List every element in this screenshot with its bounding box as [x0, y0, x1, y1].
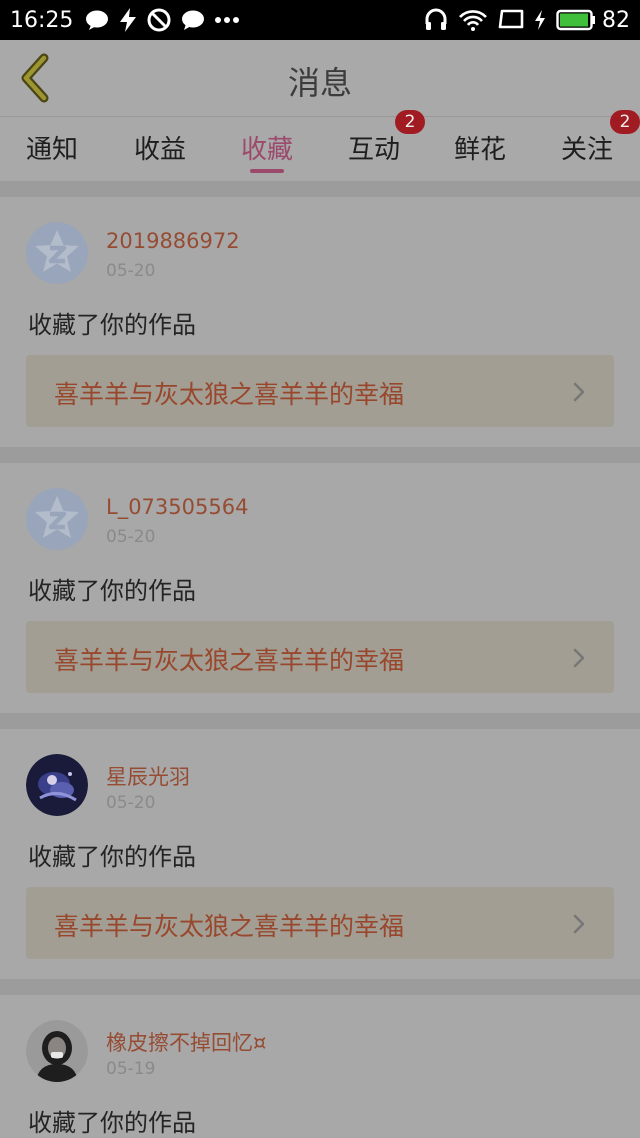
active-tab-indicator: [250, 169, 284, 173]
message-date: 05-19: [106, 1059, 156, 1079]
tab-favorites[interactable]: 收藏: [227, 129, 307, 166]
tab-following[interactable]: 关注: [547, 129, 627, 166]
header: 消息: [0, 40, 640, 116]
message-action: 收藏了你的作品: [28, 577, 196, 605]
wifi-icon: [458, 8, 488, 32]
tab-interactions[interactable]: 互动: [334, 129, 414, 166]
girl-avatar-icon: [26, 1020, 88, 1082]
message-card: 橡皮擦不掉回忆¤ 05-19 收藏了你的作品: [0, 995, 640, 1138]
chevron-right-icon: [573, 382, 585, 402]
message-action: 收藏了你的作品: [28, 311, 196, 339]
chevron-right-icon: [573, 648, 585, 668]
tab-bar: 通知 收益 收藏 互动 鲜花 关注: [0, 116, 640, 181]
work-title: 喜羊羊与灰太狼之喜羊羊的幸福: [54, 912, 405, 941]
messages-screen: 16:25 82 消息 通知 收益 收藏 互动 鲜花 关注 2 2 201988…: [0, 0, 640, 1138]
divider: [0, 447, 640, 463]
divider: [0, 979, 640, 995]
message-card: 2019886972 05-20 收藏了你的作品 喜羊羊与灰太狼之喜羊羊的幸福: [0, 197, 640, 447]
charging-icon: [534, 10, 546, 30]
username[interactable]: L_073505564: [106, 495, 248, 519]
work-link[interactable]: 喜羊羊与灰太狼之喜羊羊的幸福: [26, 621, 614, 693]
tab-flowers[interactable]: 鲜花: [440, 129, 520, 166]
following-badge: 2: [610, 110, 640, 134]
work-title: 喜羊羊与灰太狼之喜羊羊的幸福: [54, 646, 405, 675]
message-date: 05-20: [106, 261, 156, 281]
battery-icon: [556, 9, 596, 31]
qq-default-avatar-icon: [26, 222, 88, 284]
avatar[interactable]: [26, 222, 88, 284]
username[interactable]: 2019886972: [106, 229, 240, 253]
status-right: 82: [424, 8, 630, 33]
chevron-right-icon: [573, 914, 585, 934]
anime-avatar-icon: [26, 754, 88, 816]
screen-icon: [498, 9, 524, 31]
message-card: 星辰光羽 05-20 收藏了你的作品 喜羊羊与灰太狼之喜羊羊的幸福: [0, 729, 640, 979]
message-action: 收藏了你的作品: [28, 1109, 196, 1137]
lightning-icon: [119, 8, 137, 32]
status-bar: 16:25 82: [0, 0, 640, 40]
avatar[interactable]: [26, 754, 88, 816]
blocked-icon: [147, 8, 171, 32]
tab-notifications[interactable]: 通知: [12, 129, 92, 166]
message-card: L_073505564 05-20 收藏了你的作品 喜羊羊与灰太狼之喜羊羊的幸福: [0, 463, 640, 713]
username[interactable]: 星辰光羽: [106, 761, 190, 791]
headphones-icon: [424, 8, 448, 32]
interactions-badge: 2: [395, 110, 425, 134]
username[interactable]: 橡皮擦不掉回忆¤: [106, 1027, 266, 1057]
divider: [0, 181, 640, 197]
battery-level: 82: [602, 7, 630, 33]
divider: [0, 713, 640, 729]
tab-earnings[interactable]: 收益: [120, 129, 200, 166]
status-time: 16:25: [10, 7, 74, 33]
avatar[interactable]: [26, 488, 88, 550]
qq-default-avatar-icon: [26, 488, 88, 550]
chat-bubble-icon: [85, 9, 109, 31]
message-action: 收藏了你的作品: [28, 843, 196, 871]
work-link[interactable]: 喜羊羊与灰太狼之喜羊羊的幸福: [26, 887, 614, 959]
avatar[interactable]: [26, 1020, 88, 1082]
work-link[interactable]: 喜羊羊与灰太狼之喜羊羊的幸福: [26, 355, 614, 427]
work-title: 喜羊羊与灰太狼之喜羊羊的幸福: [54, 380, 405, 409]
message-date: 05-20: [106, 793, 156, 813]
message-date: 05-20: [106, 527, 156, 547]
message-icon: [181, 9, 205, 31]
more-dots-icon: [215, 16, 240, 24]
page-title: 消息: [287, 64, 352, 102]
